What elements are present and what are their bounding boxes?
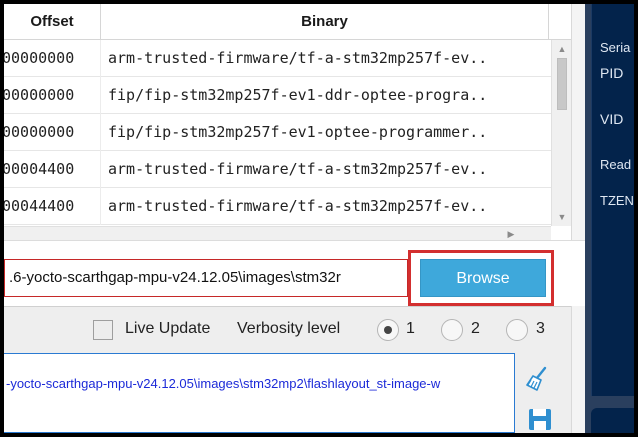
scroll-up-icon[interactable]: ▲ (552, 42, 572, 56)
verbosity-radio-1[interactable] (377, 319, 399, 341)
table-row[interactable]: 00000000 fip/fip-stm32mp257f-ev1-optee-p… (4, 114, 551, 151)
log-output[interactable]: -yocto-scarthgap-mpu-v24.12.05\images\st… (4, 353, 515, 433)
scroll-down-icon[interactable]: ▼ (552, 210, 572, 224)
target-info-panel: Seria PID VID Read TZEN (585, 4, 634, 433)
verbosity-level-3-label: 3 (536, 320, 545, 337)
binary-cell: fip/fip-stm32mp257f-ev1-optee-programmer… (108, 123, 488, 141)
scroll-right-icon[interactable]: ▶ (504, 227, 518, 241)
offset-cell: 00004400 (4, 151, 101, 188)
verbosity-label: Verbosity level (237, 320, 341, 337)
pid-label: PID (600, 65, 624, 81)
target-info-card: Seria PID VID Read TZEN (591, 4, 634, 396)
vertical-scrollbar[interactable]: ▲ ▼ (551, 40, 571, 226)
binary-table: Offset Binary 00000000 arm-trusted-firmw… (4, 4, 571, 240)
binary-cell: arm-trusted-firmware/tf-a-stm32mp257f-ev… (108, 49, 488, 67)
scrollbar-thumb[interactable] (557, 58, 567, 110)
offset-cell: 00000000 (4, 114, 101, 151)
header-divider (548, 4, 549, 40)
target-info-card-lower (591, 408, 634, 433)
clear-log-icon[interactable] (525, 366, 549, 392)
save-log-icon[interactable] (528, 406, 552, 430)
panel-splitter[interactable] (571, 4, 585, 433)
live-update-checkbox[interactable] (93, 320, 113, 340)
read-label: Read (600, 157, 632, 172)
file-path-field[interactable]: .6-yocto-scarthgap-mpu-v24.12.05\images\… (4, 259, 408, 297)
live-update-label: Live Update (125, 320, 211, 337)
vid-label: VID (600, 111, 624, 127)
offset-cell: 00044400 (4, 188, 101, 225)
offset-cell: 00000000 (4, 77, 101, 114)
log-options-bar: Live Update Verbosity level 1 2 3 (4, 306, 571, 350)
column-header-binary[interactable]: Binary (101, 4, 548, 40)
table-row[interactable]: 00000000 fip/fip-stm32mp257f-ev1-ddr-opt… (4, 77, 551, 114)
tzen-label: TZEN (600, 193, 634, 208)
table-header: Offset Binary (4, 4, 571, 40)
binary-cell: arm-trusted-firmware/tf-a-stm32mp257f-ev… (108, 197, 488, 215)
table-row[interactable]: 00044400 arm-trusted-firmware/tf-a-stm32… (4, 188, 551, 225)
table-row[interactable]: 00004400 arm-trusted-firmware/tf-a-stm32… (4, 151, 551, 188)
binary-cell: arm-trusted-firmware/tf-a-stm32mp257f-ev… (108, 160, 488, 178)
table-row[interactable]: 00000000 arm-trusted-firmware/tf-a-stm32… (4, 40, 551, 77)
serial-label: Seria (600, 40, 631, 55)
programming-window: Offset Binary 00000000 arm-trusted-firmw… (4, 4, 634, 433)
offset-cell: 00000000 (4, 40, 101, 77)
verbosity-radio-3[interactable] (506, 319, 528, 341)
horizontal-scrollbar[interactable]: ▶ (4, 226, 551, 240)
verbosity-radio-2[interactable] (441, 319, 463, 341)
log-area: -yocto-scarthgap-mpu-v24.12.05\images\st… (4, 350, 571, 433)
file-path-row: .6-yocto-scarthgap-mpu-v24.12.05\images\… (4, 240, 585, 306)
log-line: -yocto-scarthgap-mpu-v24.12.05\images\st… (6, 376, 441, 391)
column-header-offset[interactable]: Offset (4, 4, 101, 40)
binary-cell: fip/fip-stm32mp257f-ev1-ddr-optee-progra… (108, 86, 488, 104)
verbosity-level-1-label: 1 (406, 320, 415, 337)
browse-button[interactable]: Browse (420, 259, 546, 297)
verbosity-level-2-label: 2 (471, 320, 480, 337)
